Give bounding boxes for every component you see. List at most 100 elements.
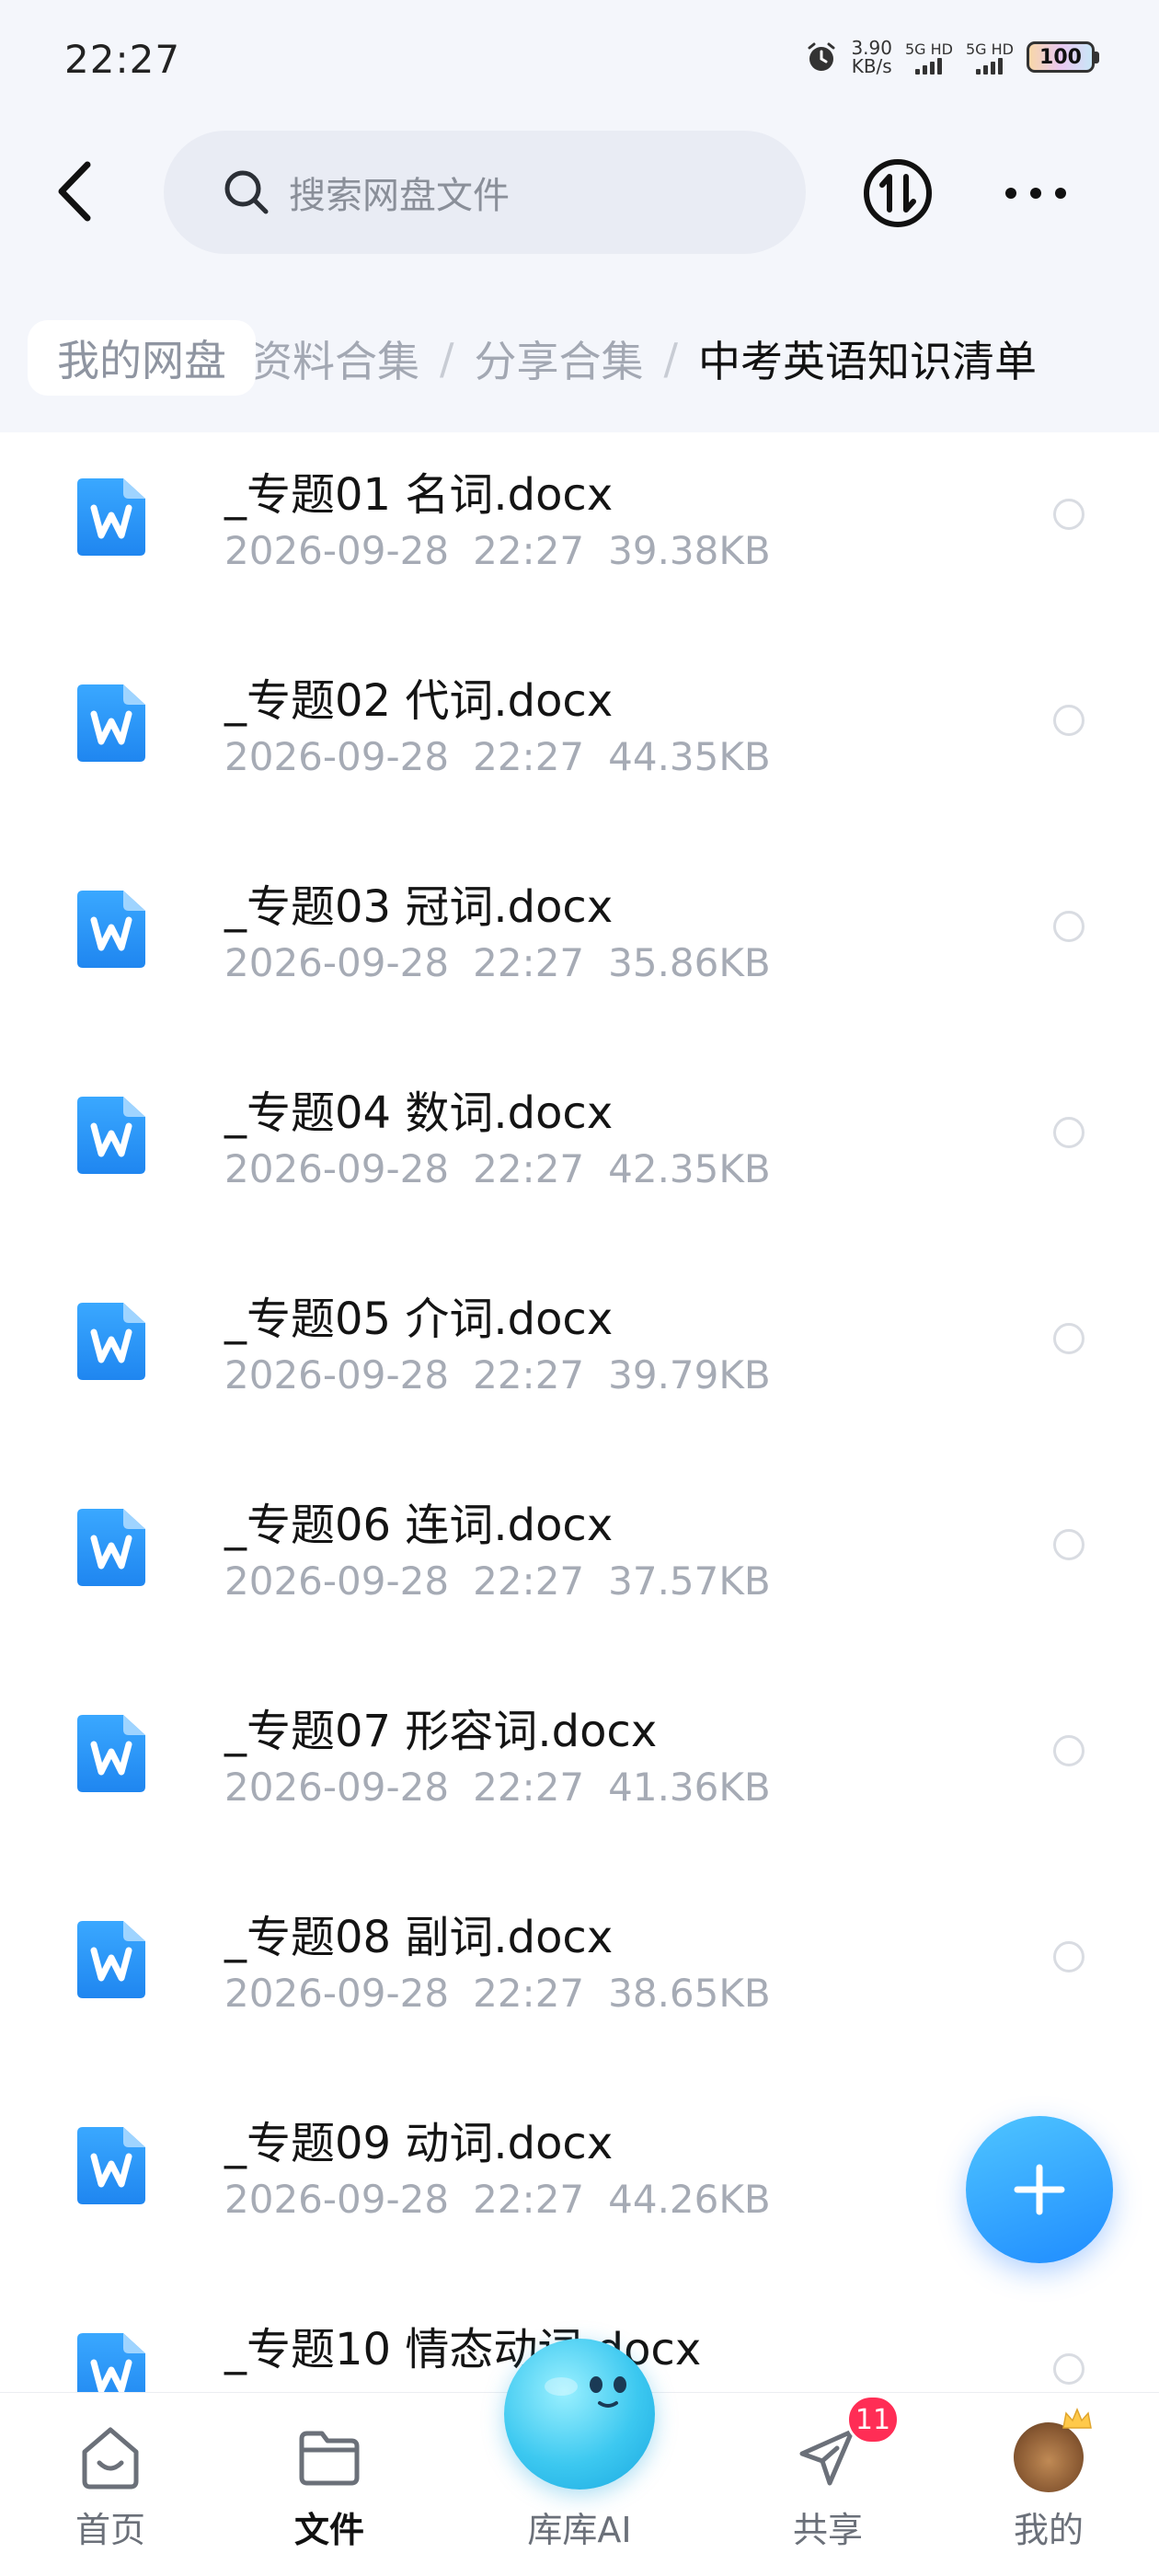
nav-files[interactable]: 文件 — [237, 2421, 421, 2568]
file-meta: 2026-09-28 22:27 44.26KB — [224, 2177, 771, 2222]
file-time: 22:27 — [473, 1352, 585, 1397]
word-document-icon — [75, 887, 149, 970]
search-input[interactable]: 搜索网盘文件 — [164, 131, 806, 254]
avatar — [1014, 2408, 1092, 2492]
signal-2: 5G HD — [966, 40, 1014, 75]
back-arrow-icon — [58, 161, 91, 222]
file-row[interactable]: _专题08 副词.docx 2026-09-28 22:27 38.65KB — [0, 1875, 1159, 2081]
select-checkbox[interactable] — [1053, 1117, 1084, 1148]
ai-assistant-icon[interactable] — [504, 2339, 655, 2490]
file-size: 41.36KB — [608, 1765, 771, 1810]
ai-face-icon — [545, 2376, 626, 2408]
file-time: 22:27 — [473, 1146, 585, 1191]
more-icon — [1005, 188, 1066, 199]
file-time: 22:27 — [473, 1765, 585, 1810]
net-speed: 3.90 KB/s — [851, 39, 892, 75]
file-size: 38.65KB — [608, 1971, 771, 2016]
breadcrumb-root[interactable]: 我的网盘 — [28, 320, 256, 396]
add-button[interactable] — [966, 2116, 1113, 2263]
file-time: 22:27 — [473, 940, 585, 985]
file-name: _专题09 动词.docx — [224, 2118, 614, 2169]
word-document-icon — [75, 2123, 149, 2206]
signal-bars-icon — [915, 57, 943, 75]
select-checkbox[interactable] — [1053, 2353, 1084, 2385]
select-checkbox[interactable] — [1053, 1323, 1084, 1354]
nav-home[interactable]: 首页 — [18, 2421, 202, 2568]
word-document-icon — [75, 1711, 149, 1794]
file-date: 2026-09-28 — [224, 940, 450, 985]
word-document-icon — [75, 2329, 149, 2392]
file-date: 2026-09-28 — [224, 2177, 450, 2222]
select-checkbox[interactable] — [1053, 499, 1084, 530]
file-row[interactable]: _专题03 冠词.docx 2026-09-28 22:27 35.86KB — [0, 845, 1159, 1051]
file-time: 22:27 — [473, 1558, 585, 1604]
file-meta: 2026-09-28 22:27 39.38KB — [224, 528, 771, 573]
select-checkbox[interactable] — [1053, 1941, 1084, 1972]
word-document-icon — [75, 681, 149, 764]
file-date: 2026-09-28 — [224, 528, 450, 573]
signal-bars-icon — [976, 57, 1004, 75]
file-name: _专题07 形容词.docx — [224, 1706, 658, 1757]
file-name: _专题03 冠词.docx — [224, 881, 614, 933]
file-meta: 2026-09-28 22:27 41.36KB — [224, 1765, 771, 1810]
status-icons: 3.90 KB/s 5G HD 5G HD 100 — [805, 39, 1099, 75]
file-size: 35.86KB — [608, 940, 771, 985]
file-size: 42.35KB — [608, 1146, 771, 1191]
file-meta: 2026-09-28 22:27 39.79KB — [224, 1352, 771, 1397]
file-time: 22:27 — [473, 528, 585, 573]
avatar-wrap — [1012, 2408, 1092, 2494]
file-name: _专题02 代词.docx — [224, 675, 614, 727]
battery-level: 100 — [1039, 45, 1082, 69]
select-checkbox[interactable] — [1053, 1735, 1084, 1766]
nav-ai-label: 库库AI — [527, 2510, 632, 2550]
file-meta: 2026-09-28 22:27 44.35KB — [224, 734, 771, 779]
file-row[interactable]: _专题02 代词.docx 2026-09-28 22:27 44.35KB — [0, 638, 1159, 845]
word-document-icon — [75, 1299, 149, 1382]
file-time: 22:27 — [473, 1971, 585, 2016]
file-list: _专题01 名词.docx 2026-09-28 22:27 39.38KB _专题02… — [0, 432, 1159, 2392]
breadcrumb-item[interactable]: 分享合集 — [475, 328, 644, 389]
select-checkbox[interactable] — [1053, 1529, 1084, 1560]
file-size: 39.38KB — [608, 528, 771, 573]
home-icon — [74, 2421, 147, 2494]
transfer-icon — [864, 159, 932, 227]
breadcrumb-separator: / — [440, 334, 454, 384]
word-document-icon — [75, 1505, 149, 1588]
file-date: 2026-09-28 — [224, 1558, 450, 1604]
status-bar: 22:27 3.90 KB/s 5G HD 5G HD 100 — [0, 0, 1159, 120]
breadcrumb-current: 中考英语知识清单 — [698, 337, 1037, 386]
breadcrumb: 资料合集 / 分享合集 / 中考英语知识清单 我的网盘 — [0, 313, 1159, 405]
file-date: 2026-09-28 — [224, 734, 450, 779]
nav-me[interactable]: 我的 — [957, 2408, 1141, 2568]
file-date: 2026-09-28 — [224, 1971, 450, 2016]
file-name: _专题01 名词.docx — [224, 469, 614, 521]
file-time: 22:27 — [473, 734, 585, 779]
file-name: _专题05 介词.docx — [224, 1294, 614, 1345]
nav-share-label: 共享 — [792, 2510, 863, 2550]
file-row[interactable]: _专题01 名词.docx 2026-09-28 22:27 39.38KB — [0, 432, 1159, 638]
back-button[interactable] — [37, 155, 110, 228]
file-row[interactable]: _专题04 数词.docx 2026-09-28 22:27 42.35KB — [0, 1051, 1159, 1257]
file-name: _专题04 数词.docx — [224, 1087, 614, 1139]
share-icon: 11 — [791, 2395, 900, 2494]
transfer-button[interactable] — [861, 156, 935, 230]
file-meta: 2026-09-28 22:27 37.57KB — [224, 1558, 771, 1604]
file-row[interactable]: _专题06 连词.docx 2026-09-28 22:27 37.57KB — [0, 1463, 1159, 1669]
select-checkbox[interactable] — [1053, 705, 1084, 736]
file-row[interactable]: _专题05 介词.docx 2026-09-28 22:27 39.79KB — [0, 1257, 1159, 1463]
file-row[interactable]: _专题07 形容词.docx 2026-09-28 22:27 41.36KB — [0, 1669, 1159, 1875]
file-date: 2026-09-28 — [224, 1352, 450, 1397]
nav-share[interactable]: 11 共享 — [736, 2395, 920, 2568]
plus-icon — [1014, 2164, 1065, 2215]
file-size: 37.57KB — [608, 1558, 771, 1604]
net-speed-unit: KB/s — [851, 55, 892, 77]
select-checkbox[interactable] — [1053, 911, 1084, 942]
signal-2-label: 5G HD — [965, 40, 1014, 58]
file-time: 22:27 — [473, 2177, 585, 2222]
page: 22:27 3.90 KB/s 5G HD 5G HD 100 搜索网盘文件 资… — [0, 0, 1159, 2576]
more-button[interactable] — [999, 156, 1073, 230]
file-date: 2026-09-28 — [224, 1146, 450, 1191]
search-placeholder: 搜索网盘文件 — [289, 175, 510, 217]
breadcrumb-item[interactable]: 资料合集 — [250, 328, 419, 389]
file-meta: 2026-09-28 22:27 38.65KB — [224, 1971, 771, 2016]
